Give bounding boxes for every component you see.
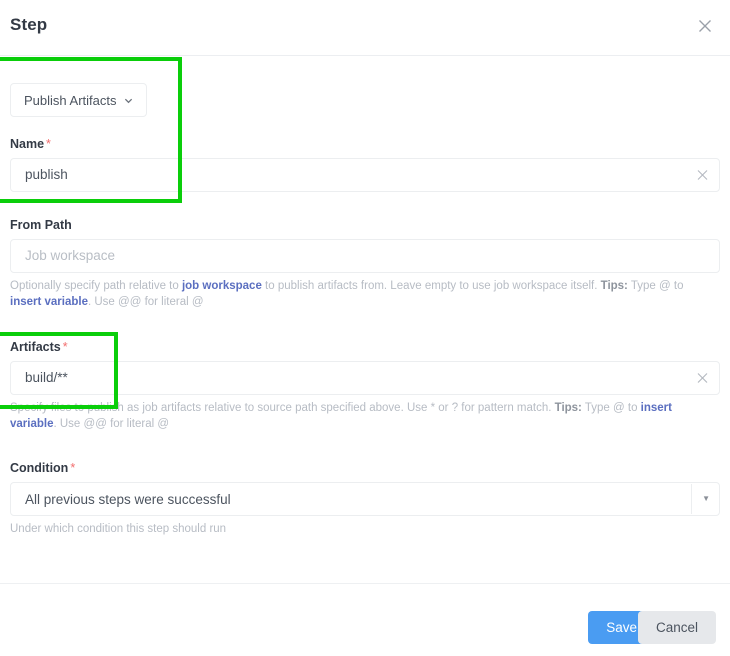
artifacts-hint-part2: Type @ to <box>581 402 641 414</box>
condition-label: Condition * <box>10 460 720 476</box>
artifacts-hint-part3: . Use @@ for literal @ <box>53 418 170 430</box>
name-label-text: Name <box>10 137 45 151</box>
select-divider <box>691 484 692 514</box>
artifacts-hint: Specify files to publish as job artifact… <box>10 400 710 432</box>
artifacts-label: Artifacts * <box>10 339 720 355</box>
from-path-field-block: From Path Job workspace Optionally speci… <box>10 217 720 310</box>
chevron-down-icon <box>124 96 133 105</box>
name-input[interactable]: publish <box>10 158 720 192</box>
name-label: Name * <box>10 136 720 152</box>
name-field-block: Name * publish <box>10 136 720 192</box>
close-icon[interactable] <box>696 17 714 35</box>
from-path-input[interactable]: Job workspace <box>10 239 720 273</box>
from-path-label: From Path <box>10 218 72 232</box>
condition-label-text: Condition <box>10 461 69 475</box>
name-required-marker: * <box>46 137 51 151</box>
artifacts-hint-part1: Specify files to publish as job artifact… <box>10 402 555 414</box>
step-type-block: Publish Artifacts <box>10 83 720 117</box>
cancel-button[interactable]: Cancel <box>637 611 716 644</box>
step-dialog: Step Publish Artifacts Name * publish Fr… <box>0 0 730 656</box>
artifacts-tips-label: Tips: <box>554 402 582 414</box>
from-path-hint-part4: . Use @@ for literal @ <box>87 296 204 308</box>
step-type-dropdown[interactable]: Publish Artifacts <box>10 83 147 117</box>
dialog-title: Step <box>10 15 48 34</box>
name-input-value: publish <box>25 167 68 182</box>
artifacts-input-value: build/** <box>25 370 68 385</box>
artifacts-input[interactable]: build/** <box>10 361 720 395</box>
condition-select[interactable]: All previous steps were successful ▼ <box>10 482 720 516</box>
from-path-hint-part3: Type @ to <box>627 280 684 292</box>
artifacts-field-block: Artifacts * build/** Specify files to pub… <box>10 339 720 432</box>
clear-icon[interactable] <box>696 372 709 385</box>
dialog-body: Publish Artifacts Name * publish From Pa… <box>0 56 730 583</box>
dialog-footer: Save Cancel <box>0 583 730 656</box>
condition-required-marker: * <box>70 461 76 475</box>
from-path-hint-part2: to publish artifacts from. Leave empty t… <box>261 280 601 292</box>
clear-icon[interactable] <box>696 169 709 182</box>
job-workspace-link[interactable]: job workspace <box>182 280 262 292</box>
artifacts-label-text: Artifacts <box>10 340 61 354</box>
condition-field-block: Condition * All previous steps were succe… <box>10 460 720 537</box>
from-path-placeholder: Job workspace <box>25 248 116 263</box>
dialog-header: Step <box>0 0 730 56</box>
condition-selected-value: All previous steps were successful <box>25 491 231 507</box>
insert-variable-link[interactable]: insert variable <box>10 296 88 308</box>
caret-down-icon: ▼ <box>702 494 710 503</box>
from-path-hint: Optionally specify path relative to job … <box>10 278 710 310</box>
step-type-label: Publish Artifacts <box>24 92 117 108</box>
from-path-hint-part1: Optionally specify path relative to <box>10 280 182 292</box>
artifacts-required-marker: * <box>62 340 68 354</box>
from-path-tips-label: Tips: <box>600 280 628 292</box>
condition-hint: Under which condition this step should r… <box>10 523 227 535</box>
